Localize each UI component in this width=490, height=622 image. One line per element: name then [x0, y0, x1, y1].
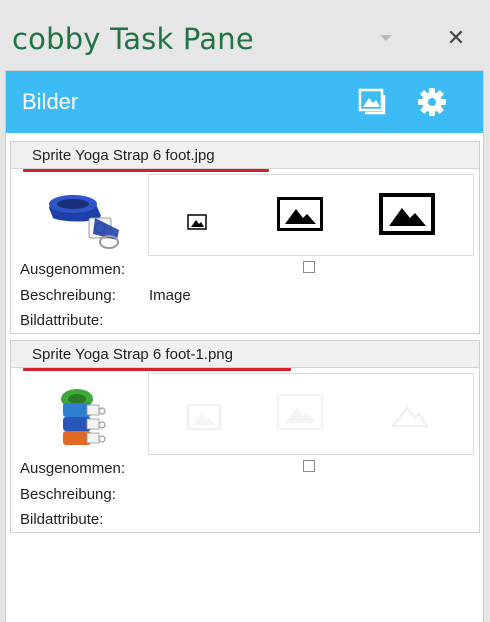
image-card-header: Sprite Yoga Strap 6 foot-1.png	[11, 341, 479, 368]
image-size-selector	[148, 174, 474, 256]
image-card-header: Sprite Yoga Strap 6 foot.jpg	[11, 142, 479, 169]
product-thumbnail[interactable]	[43, 377, 125, 457]
excluded-label: Ausgenommen:	[20, 460, 126, 477]
image-medium-icon[interactable]	[277, 197, 323, 231]
image-large-icon[interactable]	[379, 193, 435, 235]
image-size-selector	[148, 373, 474, 455]
product-thumbnail[interactable]	[43, 178, 125, 258]
image-card: Sprite Yoga Strap 6 foot-1.png Ausgenomm…	[10, 340, 480, 533]
image-filename[interactable]: Sprite Yoga Strap 6 foot-1.png	[32, 346, 233, 363]
image-large-icon[interactable]	[389, 398, 429, 430]
attributes-label: Bildattribute:	[20, 511, 104, 528]
image-gallery-icon[interactable]	[356, 87, 386, 117]
header-title: Bilder	[22, 89, 79, 114]
gear-icon[interactable]	[416, 86, 448, 118]
filename-underline	[23, 368, 291, 371]
close-icon[interactable]: ✕	[443, 26, 469, 52]
task-pane-titlebar: cobby Task Pane ✕	[0, 0, 490, 70]
description-label: Beschreibung:	[20, 486, 116, 503]
image-medium-icon[interactable]	[277, 394, 323, 430]
filename-underline	[23, 169, 269, 172]
image-small-icon[interactable]	[187, 214, 207, 230]
description-value[interactable]: Image	[149, 287, 191, 304]
excluded-checkbox[interactable]	[303, 261, 315, 273]
chevron-down-icon[interactable]	[380, 35, 392, 41]
image-filename[interactable]: Sprite Yoga Strap 6 foot.jpg	[32, 147, 215, 164]
excluded-checkbox[interactable]	[303, 460, 315, 472]
attributes-label: Bildattribute:	[20, 312, 104, 329]
pane-title: cobby Task Pane	[12, 22, 254, 56]
image-small-icon[interactable]	[187, 404, 221, 430]
task-pane-content: Bilder Sprite Yoga Strap 6 foot.jpg Ausg…	[5, 70, 484, 622]
image-card: Sprite Yoga Strap 6 foot.jpg Ausgenommen…	[10, 141, 480, 334]
excluded-label: Ausgenommen:	[20, 261, 126, 278]
header-bar: Bilder	[6, 71, 483, 133]
description-label: Beschreibung:	[20, 287, 116, 304]
